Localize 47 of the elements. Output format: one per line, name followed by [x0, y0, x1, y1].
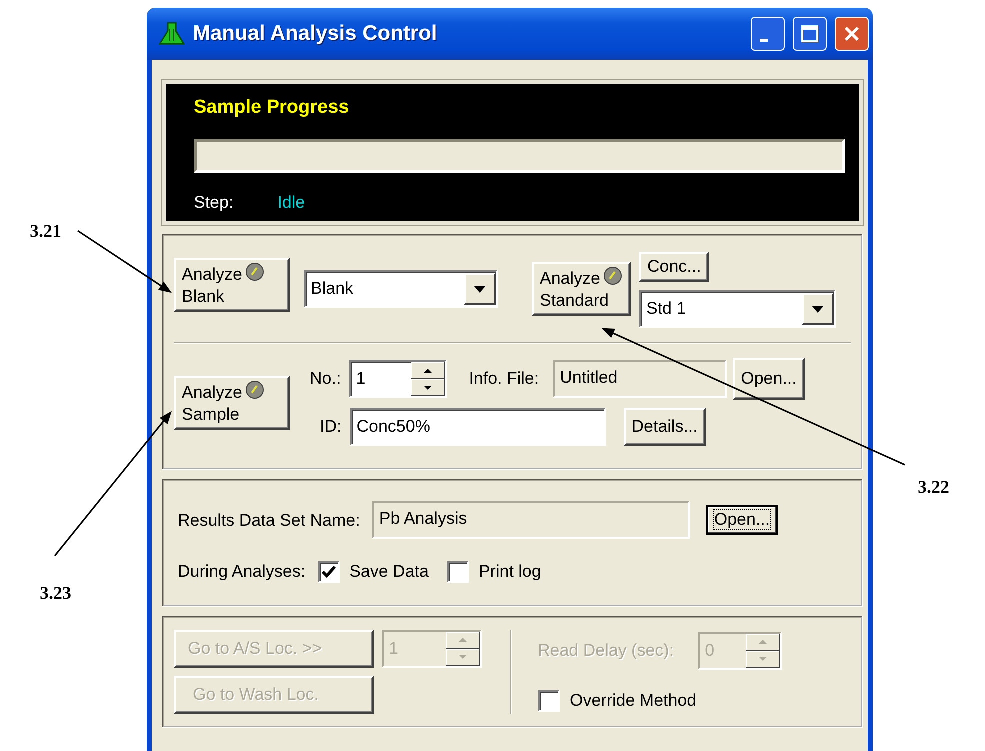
open-button[interactable]: Open... [733, 358, 805, 400]
close-icon [843, 25, 861, 43]
checkbox-label: Override Method [570, 690, 697, 712]
checkbox[interactable] [318, 561, 340, 584]
lamp-icon [245, 380, 266, 400]
maximize-icon [801, 25, 819, 43]
checkbox-label: Save Data [350, 561, 429, 584]
spin-buttons[interactable] [746, 634, 780, 668]
field-label: ID: [320, 416, 342, 438]
details-button[interactable]: Details... [624, 408, 706, 446]
analyze-blank-button[interactable]: Analyze Blank [174, 258, 290, 312]
field-label: During Analyses: [178, 561, 306, 584]
window-title: Manual Analysis Control [193, 21, 438, 48]
spin-field[interactable]: 1 [349, 360, 448, 398]
annotation-label: 3.23 [40, 582, 72, 605]
lamp-icon [603, 266, 624, 286]
lamp-icon [245, 262, 266, 282]
annotation-label: 3.21 [30, 220, 62, 243]
analyze-standard-button[interactable]: Analyze Standard [532, 262, 632, 316]
dropdown[interactable]: Blank [304, 270, 498, 308]
check-icon [322, 566, 336, 578]
field-label: No.: [310, 368, 342, 390]
checkbox-label: Print log [478, 561, 542, 584]
spin-buttons[interactable] [446, 632, 480, 666]
minimize-icon [760, 39, 768, 42]
caret-icon [474, 286, 486, 292]
close-button[interactable] [835, 17, 869, 51]
annotation-label: 3.22 [918, 476, 950, 499]
flask-icon [159, 21, 185, 47]
spin-buttons[interactable] [411, 362, 446, 396]
field-label: Info. File: [469, 368, 540, 390]
analyze-sample-button[interactable]: Analyze Sample [174, 376, 290, 430]
field-label: Results Data Set Name: [178, 510, 360, 532]
maximize-button[interactable] [793, 17, 827, 51]
caret-icon [812, 306, 824, 313]
info-file-field: Untitled [553, 360, 728, 398]
checkbox[interactable] [446, 561, 469, 584]
open-button[interactable]: Open... [706, 505, 778, 536]
dropdown[interactable]: Std 1 [639, 290, 836, 328]
conc-button[interactable]: Conc... [639, 252, 710, 282]
field-label: Read Delay (sec): [538, 640, 674, 662]
id-field[interactable]: Conc50% [350, 408, 606, 446]
step-label: Step: [194, 192, 234, 214]
step-value: Idle [278, 192, 306, 214]
panel-title: Sample Progress [194, 96, 350, 120]
minimize-button[interactable] [751, 17, 785, 51]
data-set-name-field: Pb Analysis [372, 501, 690, 540]
